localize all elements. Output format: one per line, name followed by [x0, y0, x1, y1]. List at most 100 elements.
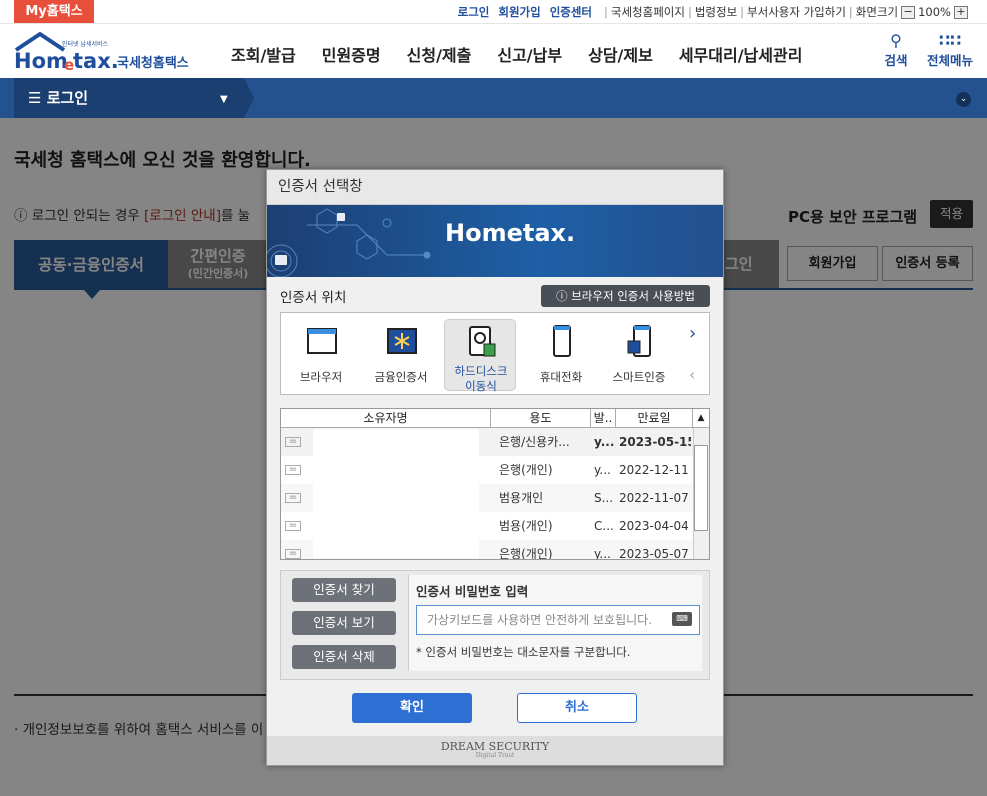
- banner-hometax-logo: Hometax.: [445, 219, 575, 247]
- footer-sub: Digital Trust: [475, 752, 515, 759]
- expand-circle-icon[interactable]: ⌄: [956, 92, 971, 107]
- zoom-out-button[interactable]: −: [901, 5, 916, 19]
- all-menu-button[interactable]: ∷∷ 전체메뉴: [920, 32, 980, 69]
- location-financial-cert[interactable]: 금융인증서: [365, 319, 437, 391]
- divider: |: [848, 5, 853, 19]
- col-issuer[interactable]: 발..: [591, 409, 616, 428]
- virtual-keyboard-icon[interactable]: ⌨: [672, 612, 692, 626]
- cert-center-link[interactable]: 인증센터: [550, 4, 592, 20]
- col-expiry[interactable]: 만료일: [616, 409, 693, 428]
- ok-button[interactable]: 확인: [352, 693, 472, 723]
- login-bar-title: 로그인: [46, 89, 89, 107]
- cancel-button[interactable]: 취소: [517, 693, 637, 723]
- screen-size-label: 화면크기: [855, 5, 899, 19]
- browser-cert-howto-button[interactable]: ⓘ 브라우저 인증서 사용방법: [541, 285, 710, 307]
- password-note: * 인증서 비밀번호는 대소문자를 구분합니다.: [416, 645, 631, 659]
- dialog-banner: Hometax.: [267, 205, 723, 277]
- col-owner[interactable]: 소유자명: [281, 409, 491, 428]
- cert-location-panel: 브라우저 금융인증서 하드디스크 이동식 휴대전화 스마트인증 › ‹: [280, 312, 710, 395]
- cell-issuer: y...: [594, 547, 611, 559]
- login-link[interactable]: 로그인: [458, 4, 490, 20]
- cell-expiry: 2022-12-11: [619, 463, 689, 477]
- table-header: 소유자명 용도 발.. 만료일 ▲: [281, 409, 709, 428]
- nav-consult[interactable]: 상담/제보: [588, 42, 653, 66]
- scroll-up-icon[interactable]: ▲: [693, 409, 709, 428]
- cell-issuer: S...: [594, 491, 614, 505]
- location-phone[interactable]: 휴대전화: [525, 319, 597, 391]
- law-info-link[interactable]: 법령정보: [695, 4, 737, 20]
- nts-home-link[interactable]: 국세청홈페이지: [611, 4, 685, 20]
- house-logo-icon: 인터넷 납세서비스 Hom e tax. 국세청홈택스: [14, 31, 189, 74]
- location-harddisk[interactable]: 하드디스크 이동식: [444, 319, 516, 393]
- cell-usage: 은행(개인): [499, 547, 553, 559]
- financial-cert-icon: [387, 328, 417, 354]
- cell-usage: 은행/신용카...: [499, 435, 570, 449]
- login-bar: ☰ 로그인 ▼: [0, 78, 987, 118]
- zoom-in-button[interactable]: +: [954, 5, 968, 19]
- delete-cert-button[interactable]: 인증서 삭제: [292, 645, 396, 669]
- grid-icon: ∷∷: [938, 31, 962, 50]
- nav-inquiry[interactable]: 조회/발급: [231, 42, 296, 66]
- location-smart-label: 스마트인증: [612, 370, 666, 384]
- dialog-footer: DREAM SECURITY Digital Trust: [267, 736, 723, 765]
- nav-application[interactable]: 신청/제출: [407, 42, 472, 66]
- cell-usage: 은행(개인): [499, 463, 553, 477]
- col-usage[interactable]: 용도: [491, 409, 591, 428]
- cell-issuer: y...: [594, 435, 615, 449]
- find-cert-button[interactable]: 인증서 찾기: [292, 578, 396, 602]
- cert-action-panel: 인증서 찾기 인증서 보기 인증서 삭제 인증서 비밀번호 입력 가상키보드를 …: [280, 570, 710, 680]
- hometax-logo[interactable]: 인터넷 납세서비스 Hom e tax. 국세청홈택스: [14, 30, 204, 74]
- cert-location-label: 인증서 위치: [280, 290, 347, 306]
- top-utility-bar: My홈택스 로그인 회원가입 인증센터 | 국세청홈페이지 | 법령정보 | 부…: [0, 0, 987, 24]
- cert-icon: =: [285, 521, 301, 531]
- svg-text:tax.: tax.: [73, 49, 119, 73]
- zoom-value: 100%: [918, 5, 951, 19]
- redacted-owner-area: [313, 429, 479, 558]
- scrollbar-thumb[interactable]: [694, 445, 708, 531]
- my-hometax-button[interactable]: My홈택스: [14, 0, 94, 23]
- cell-expiry: 2023-05-07: [619, 547, 689, 559]
- cell-issuer: C...: [594, 519, 614, 533]
- location-financial-label: 금융인증서: [374, 370, 428, 384]
- view-cert-button[interactable]: 인증서 보기: [292, 611, 396, 635]
- nav-certificate[interactable]: 민원증명: [322, 42, 381, 66]
- cell-issuer: y...: [594, 463, 611, 477]
- phone-icon: [553, 325, 571, 357]
- site-header: 인터넷 납세서비스 Hom e tax. 국세청홈택스 조회/발급 민원증명 신…: [0, 24, 987, 78]
- divider: |: [740, 5, 745, 19]
- search-label: 검색: [884, 53, 908, 68]
- dept-user-signup-link[interactable]: 부서사용자 가입하기: [747, 4, 846, 20]
- nav-agent[interactable]: 세무대리/납세관리: [679, 42, 803, 66]
- password-input[interactable]: 가상키보드를 사용하면 안전하게 보호됩니다.: [416, 605, 700, 635]
- cell-expiry: 2022-11-07: [619, 491, 689, 505]
- login-dropdown[interactable]: ☰ 로그인: [14, 78, 244, 118]
- hamburger-icon: ☰: [28, 89, 42, 107]
- svg-text:국세청홈택스: 국세청홈택스: [117, 55, 189, 71]
- cert-table: 소유자명 용도 발.. 만료일 ▲ = 은행/신용카... y... 2023-…: [280, 408, 710, 560]
- smart-auth-icon: [627, 325, 651, 357]
- location-phone-label: 휴대전화: [539, 370, 583, 384]
- search-button[interactable]: ⚲ 검색: [878, 32, 914, 69]
- harddisk-icon: [469, 326, 496, 357]
- cert-icon: =: [285, 493, 301, 503]
- chevron-left-icon[interactable]: ‹: [689, 365, 695, 384]
- cert-icon: =: [285, 465, 301, 475]
- cell-expiry: 2023-05-15: [619, 435, 691, 449]
- utility-links: 로그인 회원가입 인증센터 | 국세청홈페이지 | 법령정보 | 부서사용자 가…: [458, 0, 971, 24]
- location-browser[interactable]: 브라우저: [285, 319, 357, 391]
- cell-usage: 범용개인: [499, 491, 544, 505]
- bar-arrow-shape: [244, 78, 254, 118]
- chevron-right-icon[interactable]: ›: [689, 323, 696, 344]
- location-smart-auth[interactable]: 스마트인증: [603, 319, 675, 391]
- main-nav: 조회/발급 민원증명 신청/제출 신고/납부 상담/제보 세무대리/납세관리: [218, 42, 815, 66]
- banner-logo-text: Hometax.: [445, 219, 576, 247]
- svg-text:인터넷 납세서비스: 인터넷 납세서비스: [62, 40, 109, 48]
- svg-text:Hom: Hom: [14, 49, 68, 73]
- location-harddisk-label: 하드디스크 이동식: [454, 364, 508, 393]
- nav-filing[interactable]: 신고/납부: [497, 42, 562, 66]
- cert-select-dialog: 인증서 선택창 Hometax. 인증서 위치 ⓘ 브라우저 인증서 사용방법: [266, 169, 724, 766]
- chevron-down-icon: ▼: [220, 94, 228, 105]
- all-menu-label: 전체메뉴: [926, 53, 973, 68]
- password-label: 인증서 비밀번호 입력: [416, 584, 529, 599]
- signup-link[interactable]: 회원가입: [498, 4, 540, 20]
